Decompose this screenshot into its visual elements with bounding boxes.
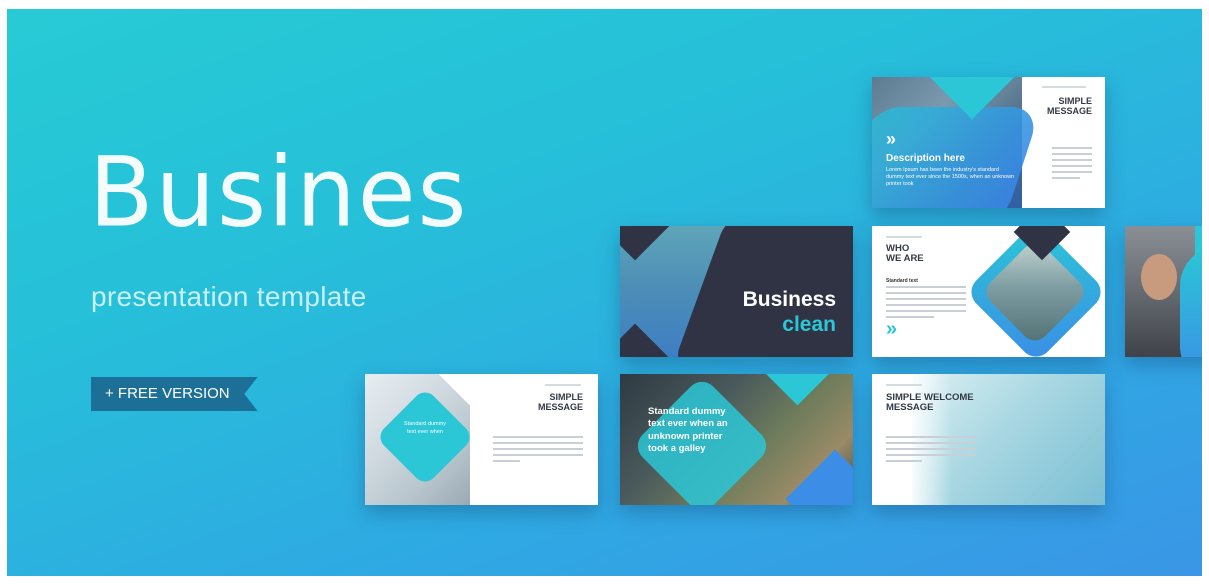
slide-who-we-are[interactable]: WHO WE ARE Standard text » [872,226,1105,357]
slide-title: SIMPLE MESSAGE [537,392,583,412]
face-shape [1141,254,1177,300]
body-text-lines [886,436,976,466]
body-text-lines [886,286,966,322]
slide-business-clean[interactable]: Business clean [620,226,853,357]
slide-title: WHO WE ARE [886,243,924,265]
badge-text: Standard dummy text ever when [404,421,446,435]
hero-banner: Busines presentation template + FREE VER… [7,9,1202,576]
body-text-lines [493,436,583,466]
slide-simple-welcome-message[interactable]: SIMPLE WELCOME MESSAGE [872,374,1105,505]
body-text-lines [1052,147,1092,183]
slide-galley-text[interactable]: Standard dummy text ever when an unknown… [620,374,853,505]
slide-title: SIMPLE MESSAGE [1046,96,1092,116]
slide-title: SIMPLE WELCOME MESSAGE [886,392,974,414]
clean-word: clean [782,313,836,336]
business-word: Business [742,288,836,311]
slide-simple-message-top[interactable]: » Description here Lorem Ipsum has been … [872,77,1105,208]
caption-title: Description here [886,153,965,164]
free-version-badge[interactable]: + FREE VERSION [91,377,258,411]
slide-subheading-line [545,384,581,386]
hero-title: Busines [89,137,469,250]
chevron-icon: » [886,129,897,149]
caption-text: Lorem Ipsum has been the industry's stan… [886,167,1015,188]
chevron-icon: » [886,318,898,340]
slide-subheading-line [886,384,922,386]
slide-subheading-line [1042,86,1086,88]
slide-simple-message-bottom[interactable]: Standard dummy text ever when SIMPLE MESS… [365,374,598,505]
slide-portrait[interactable] [1125,226,1202,357]
hero-subtitle: presentation template [91,281,367,312]
slide-subtitle: Standard text [886,278,918,284]
slide-subheading-line [886,236,922,238]
overlay-text: Standard dummy text ever when an unknown… [648,406,728,455]
